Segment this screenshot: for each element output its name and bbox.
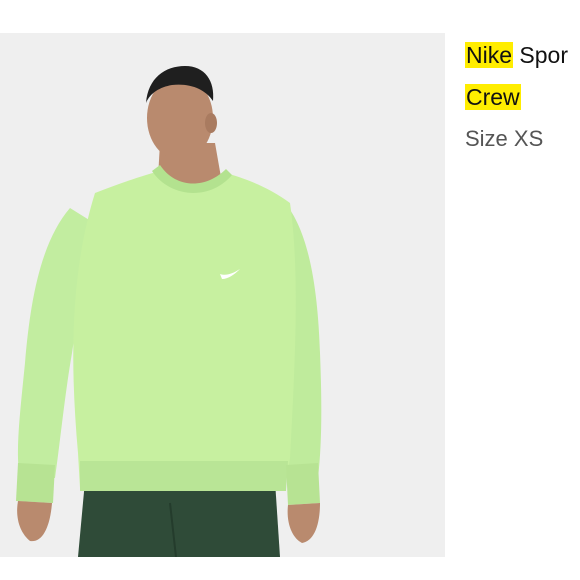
- sweatshirt-body: [73, 171, 296, 488]
- style-highlight: Crew: [465, 84, 521, 110]
- product-info: Nike Spor Crew Size XS: [465, 40, 580, 154]
- product-photo[interactable]: [0, 33, 445, 557]
- brand-highlight: Nike: [465, 42, 514, 68]
- product-title-line[interactable]: Nike Spor: [465, 40, 580, 70]
- waistband: [80, 461, 288, 491]
- right-cuff: [286, 463, 320, 505]
- style-line: Crew: [465, 82, 580, 112]
- pants: [78, 481, 280, 557]
- sweatshirt-model-illustration: [0, 33, 445, 557]
- size-label: Size XS: [465, 126, 544, 151]
- listing-card: Nike Spor Crew Size XS: [0, 0, 580, 580]
- left-cuff: [16, 463, 55, 503]
- ear: [205, 113, 217, 133]
- title-rest: Spor: [513, 42, 568, 68]
